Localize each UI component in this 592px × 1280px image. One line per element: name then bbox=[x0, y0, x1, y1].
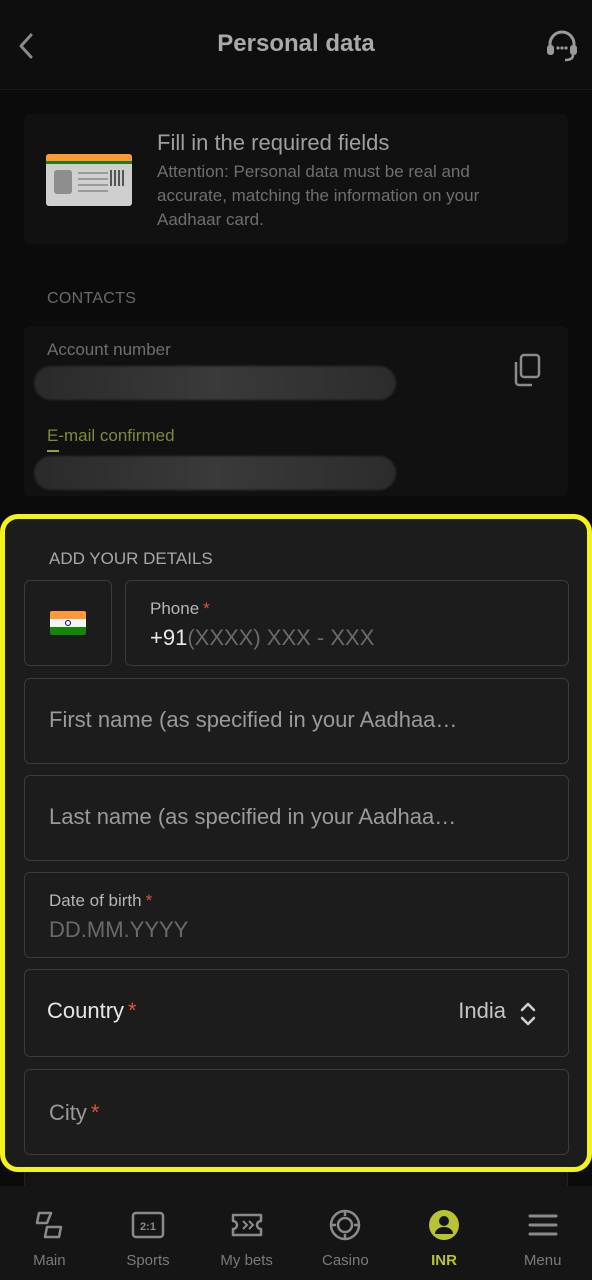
email-confirmed-label: E-mail confirmed bbox=[47, 426, 175, 452]
notice-title: Fill in the required fields bbox=[157, 130, 390, 155]
account-number-label: Account number bbox=[47, 340, 171, 359]
casino-chip-icon bbox=[330, 1209, 361, 1241]
nav-casino-label: Casino bbox=[322, 1252, 369, 1269]
country-select[interactable]: Country * India bbox=[24, 969, 569, 1057]
chevron-updown-icon bbox=[520, 1002, 536, 1026]
top-bar: Personal data bbox=[0, 0, 592, 90]
support-button[interactable] bbox=[542, 26, 582, 66]
nav-account[interactable]: INR bbox=[395, 1186, 494, 1280]
headset-icon bbox=[547, 30, 577, 62]
nav-sports[interactable]: 2:1 Sports bbox=[99, 1186, 198, 1280]
nav-my-bets[interactable]: My bets bbox=[197, 1186, 296, 1280]
phone-field[interactable]: Phone * +91(XXXX) XXX - XXX bbox=[125, 580, 569, 666]
nav-casino[interactable]: Casino bbox=[296, 1186, 395, 1280]
notice-card: Fill in the required fields Attention: P… bbox=[24, 114, 568, 244]
phone-input[interactable]: +91(XXXX) XXX - XXX bbox=[150, 625, 374, 651]
menu-icon bbox=[528, 1214, 558, 1236]
add-details-form: ADD YOUR DETAILS Phone * +91(XXXX) XXX - … bbox=[0, 514, 592, 1172]
country-label: Country * bbox=[47, 998, 137, 1023]
country-value: India bbox=[458, 998, 506, 1023]
copy-button[interactable] bbox=[510, 352, 544, 388]
page-title: Personal data bbox=[217, 30, 375, 57]
nav-sports-label: Sports bbox=[126, 1252, 170, 1269]
last-name-field[interactable]: Last name (as specified in your Aadhaa… bbox=[24, 775, 569, 861]
id-card-icon bbox=[46, 154, 132, 206]
nav-main[interactable]: Main bbox=[0, 1186, 99, 1280]
first-name-placeholder: First name (as specified in your Aadhaa… bbox=[49, 707, 458, 732]
svg-text:2:1: 2:1 bbox=[140, 1221, 156, 1233]
copy-icon bbox=[514, 353, 541, 387]
nav-menu[interactable]: Menu bbox=[493, 1186, 592, 1280]
country-code-selector[interactable] bbox=[24, 580, 112, 666]
city-field[interactable]: City * bbox=[24, 1069, 569, 1155]
ticket-icon bbox=[231, 1213, 262, 1237]
nav-account-label: INR bbox=[431, 1252, 457, 1269]
main-icon bbox=[36, 1211, 63, 1239]
sports-icon: 2:1 bbox=[131, 1211, 165, 1239]
first-name-field[interactable]: First name (as specified in your Aadhaa… bbox=[24, 678, 569, 764]
india-flag-icon bbox=[50, 611, 86, 635]
contacts-card: Account number E-mail confirmed bbox=[24, 326, 568, 496]
account-number-value-redacted bbox=[34, 366, 396, 400]
dob-placeholder: DD.MM.YYYY bbox=[49, 917, 189, 942]
add-details-section-label: ADD YOUR DETAILS bbox=[49, 549, 213, 568]
nav-menu-label: Menu bbox=[523, 1252, 562, 1269]
email-value-redacted bbox=[34, 456, 396, 490]
phone-label: Phone * bbox=[150, 599, 210, 618]
last-name-placeholder: Last name (as specified in your Aadhaa… bbox=[49, 804, 457, 829]
bottom-nav: Main 2:1 Sports My bets Casino INR Menu bbox=[0, 1186, 592, 1280]
nav-my-bets-label: My bets bbox=[220, 1252, 273, 1269]
notice-text: Attention: Personal data must be real an… bbox=[157, 162, 480, 229]
city-label: City * bbox=[49, 1100, 100, 1125]
date-of-birth-field[interactable]: Date of birth * DD.MM.YYYY bbox=[24, 872, 569, 958]
user-icon bbox=[429, 1210, 460, 1240]
nav-main-label: Main bbox=[33, 1252, 66, 1269]
contacts-section-label: CONTACTS bbox=[47, 290, 137, 307]
dob-label: Date of birth * bbox=[49, 891, 153, 910]
